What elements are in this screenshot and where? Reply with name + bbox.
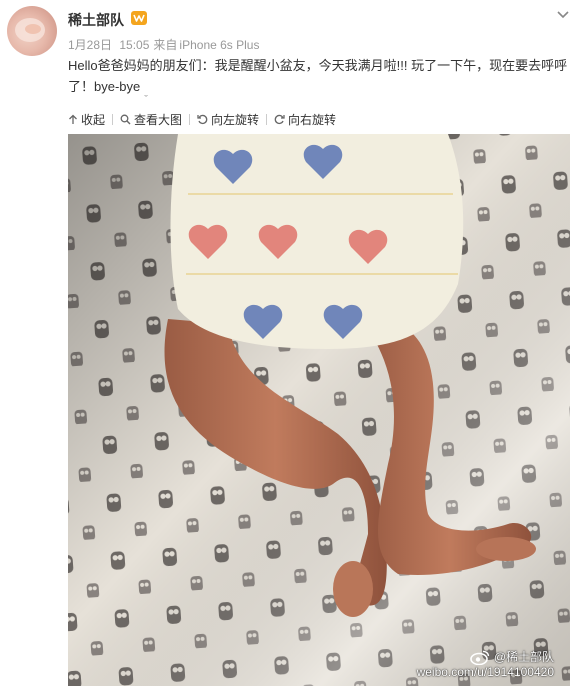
rotate-right-label: 向右旋转 — [288, 112, 337, 127]
watermark-url: weibo.com/u/1914100420 — [416, 665, 554, 679]
post-time[interactable]: 15:05 — [119, 38, 149, 52]
post-meta: 1月28日 15:05 来自 iPhone 6s Plus — [68, 36, 263, 53]
vip-badge-icon[interactable] — [131, 11, 147, 25]
baby-photo-illustration — [68, 134, 570, 686]
collapse-up-icon — [69, 114, 77, 124]
collapse-button[interactable]: 收起 — [68, 111, 105, 128]
watermark-name: @稀土部队 — [493, 650, 554, 664]
username[interactable]: 稀土部队 — [68, 10, 124, 30]
chevron-down-icon[interactable] — [557, 6, 569, 24]
image-toolbar: 收起 查看大图 向左旋转 向右旋转 — [68, 110, 336, 128]
divider — [189, 113, 191, 125]
rotate-right-button[interactable]: 向右旋转 — [274, 111, 336, 128]
fold-arrow-icon[interactable]: ˬ — [144, 81, 148, 102]
photo-watermark: @稀土部队 weibo.com/u/1914100420 — [417, 650, 554, 680]
post-text: Hello爸爸妈妈的朋友们：我是醒醒小盆友，今天我满月啦!!! 玩了一下午，现在… — [68, 55, 574, 102]
divider — [112, 113, 114, 125]
post-photo[interactable]: @稀土部队 weibo.com/u/1914100420 — [68, 134, 570, 686]
source-prefix: 来自 — [153, 38, 178, 52]
avatar-detail — [25, 24, 41, 34]
avatar[interactable] — [7, 6, 57, 56]
source-device[interactable]: iPhone 6s Plus — [179, 38, 259, 52]
rotate-left-icon — [197, 114, 208, 124]
rotate-left-label: 向左旋转 — [211, 112, 260, 127]
rotate-left-button[interactable]: 向左旋转 — [197, 111, 259, 128]
rotate-right-icon — [274, 114, 285, 124]
post-date[interactable]: 1月28日 — [68, 38, 112, 52]
post-body: Hello爸爸妈妈的朋友们：我是醒醒小盆友，今天我满月啦!!! 玩了一下午，现在… — [68, 58, 568, 94]
view-large-label: 查看大图 — [134, 112, 183, 127]
magnifier-icon — [120, 114, 131, 124]
view-large-button[interactable]: 查看大图 — [120, 111, 182, 128]
weibo-logo-icon — [470, 650, 490, 665]
divider — [266, 113, 268, 125]
collapse-label: 收起 — [81, 112, 106, 127]
